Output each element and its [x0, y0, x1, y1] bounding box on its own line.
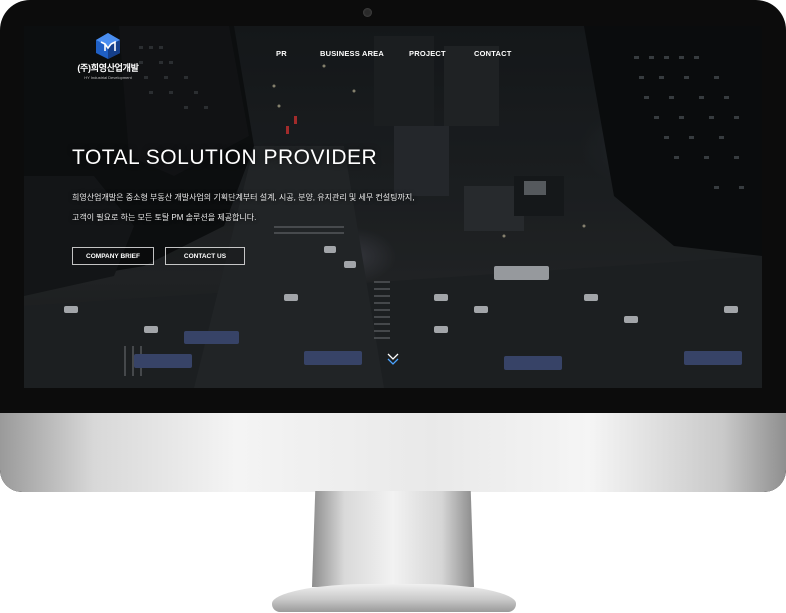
hero-description-line-1: 희영산업개발은 중소형 부동산 개발사업의 기획단계부터 설계, 시공, 분양,… — [72, 193, 415, 202]
camera-icon — [363, 8, 372, 17]
brand-subtitle: HY Industrial Development — [84, 75, 132, 80]
monitor-stand-neck — [312, 491, 474, 587]
monitor-frame: (주)희영산업개발 HY Industrial Development PR B… — [0, 0, 786, 492]
hero-title: TOTAL SOLUTION PROVIDER — [72, 146, 378, 169]
nav-item-pr[interactable]: PR — [276, 49, 287, 58]
monitor-stand-base — [272, 584, 516, 612]
nav-item-project[interactable]: PROJECT — [409, 49, 446, 58]
website-screen: (주)희영산업개발 HY Industrial Development PR B… — [24, 26, 762, 388]
monitor-chin — [0, 413, 786, 492]
hero-description: 희영산업개발은 중소형 부동산 개발사업의 기획단계부터 설계, 시공, 분양,… — [72, 188, 414, 228]
contact-us-button[interactable]: CONTACT US — [165, 247, 245, 265]
company-brief-button[interactable]: COMPANY BRIEF — [72, 247, 154, 265]
main-nav: PR BUSINESS AREA PROJECT CONTACT — [24, 49, 762, 61]
nav-item-contact[interactable]: CONTACT — [474, 49, 512, 58]
nav-item-business-area[interactable]: BUSINESS AREA — [320, 49, 384, 58]
chevron-double-down-icon[interactable] — [386, 351, 400, 367]
brand-name: (주)희영산업개발 — [77, 63, 139, 73]
hero-description-line-2: 고객이 필요로 하는 모든 토탈 PM 솔루션을 제공합니다. — [72, 213, 257, 222]
